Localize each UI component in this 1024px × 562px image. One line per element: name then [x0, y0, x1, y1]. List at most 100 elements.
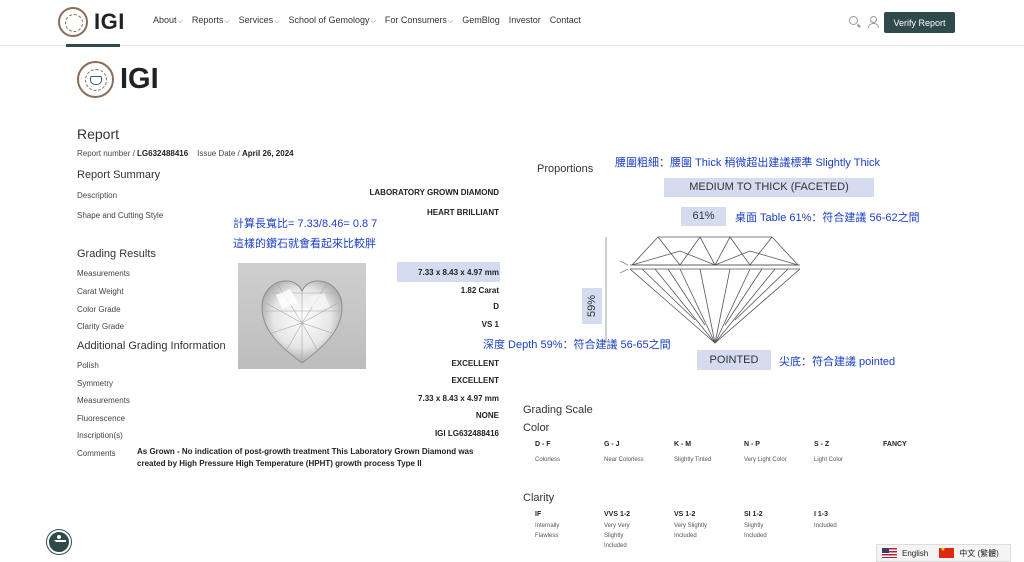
summary-label: Shape and Cutting Style: [77, 211, 164, 220]
comments-text: As Grown - No indication of post-growth …: [137, 447, 474, 468]
table-label-box: 61%: [681, 207, 726, 226]
top-nav: IGI About⌵ Reports⌵ Services⌵ School of …: [0, 0, 1024, 47]
report-number-label: Report number /: [77, 149, 135, 158]
nav-item-about[interactable]: About⌵: [153, 15, 183, 26]
summary-heading: Report Summary: [77, 169, 161, 181]
depth-label: 59%: [586, 294, 598, 318]
nav-item-contact[interactable]: Contact: [550, 15, 581, 26]
nav-icons: [849, 16, 879, 28]
user-icon[interactable]: [867, 16, 879, 28]
clarity-desc: Very Slightly Included: [674, 521, 707, 541]
language-switcher: English 中文 (繁體): [876, 544, 1011, 562]
report-logo-text: IGI: [120, 63, 159, 95]
nav-item-school[interactable]: School of Gemology⌵: [289, 15, 376, 26]
grading-label: Clarity Grade: [77, 322, 125, 331]
color-desc: Very Light Color: [744, 457, 787, 463]
chevron-down-icon: ⌵: [274, 18, 280, 25]
additional-value: EXCELLENT: [451, 359, 499, 368]
annotation-culet: 尖底：符合建議 pointed: [779, 356, 896, 368]
nav-menu: About⌵ Reports⌵ Services⌵ School of Gemo…: [153, 15, 590, 26]
nav-logo[interactable]: IGI: [58, 7, 125, 37]
clarity-desc-line: Included: [674, 533, 697, 539]
clarity-grade: IF: [535, 511, 542, 518]
summary-value: HEART BRILLIANT: [427, 208, 499, 217]
language-chinese[interactable]: 中文 (繁體): [959, 548, 999, 559]
nav-item-services[interactable]: Services⌵: [239, 15, 280, 26]
clarity-desc-line: Included: [744, 533, 767, 539]
additional-label: Measurements: [77, 396, 130, 405]
nav-item-label: For Consumers: [384, 15, 447, 25]
clarity-grade: SI 1-2: [744, 511, 763, 518]
clarity-desc-line: Slightly: [744, 523, 764, 529]
color-grade: K - M: [674, 441, 692, 448]
grading-label: Color Grade: [77, 305, 121, 314]
clarity-desc: Slightly Included: [744, 521, 767, 541]
annotation-ratio-note: 這樣的鑽石就會看起來比較胖: [233, 238, 376, 250]
color-grade: FANCY: [883, 441, 907, 448]
grading-label: Measurements: [77, 269, 130, 278]
summary-value: LABORATORY GROWN DIAMOND: [369, 188, 499, 197]
nav-item-label: Services: [238, 15, 274, 25]
color-desc: Slightly Tinted: [674, 457, 712, 463]
clarity-grade: VVS 1-2: [604, 511, 631, 518]
grading-value: D: [493, 302, 499, 311]
diamond-photo: [238, 263, 366, 369]
color-desc: Colorless: [535, 457, 561, 463]
us-flag-icon: [882, 548, 897, 558]
additional-label: Fluorescence: [77, 414, 126, 423]
culet-label-box: POINTED: [697, 350, 771, 370]
nav-item-investor[interactable]: Investor: [509, 15, 541, 26]
clarity-desc-line: Slightly: [604, 533, 624, 539]
additional-value: IGI LG632488416: [434, 429, 499, 438]
nav-item-consumers[interactable]: For Consumers⌵: [385, 15, 453, 26]
issue-date-label: Issue Date /: [197, 149, 240, 158]
additional-label: Polish: [77, 361, 99, 370]
accessibility-icon[interactable]: [47, 530, 71, 554]
language-english[interactable]: English: [902, 549, 928, 558]
clarity-desc-line: Included: [604, 543, 627, 549]
nav-logo-text: IGI: [94, 9, 125, 34]
color-grade: D - F: [535, 441, 551, 448]
comments-label: Comments: [77, 449, 116, 458]
report-title: Report: [77, 126, 120, 142]
annotation-depth: 深度 Depth 59%：符合建議 56-65之間: [483, 339, 671, 351]
nav-item-label: School of Gemology: [288, 15, 370, 25]
nav-item-label: Reports: [191, 15, 224, 25]
nav-item-gemblog[interactable]: GemBlog: [462, 15, 500, 26]
girdle-label-box: MEDIUM TO THICK (FACETED): [664, 178, 874, 197]
nav-active-underline: [66, 44, 120, 47]
clarity-desc-line: Very Very: [604, 523, 630, 529]
clarity-desc-line: Included: [814, 523, 837, 529]
issue-date: April 26, 2024: [242, 149, 294, 158]
search-icon[interactable]: [849, 16, 858, 25]
grading-value: 1.82 Carat: [460, 286, 499, 295]
nav-item-reports[interactable]: Reports⌵: [192, 15, 230, 26]
nav-item-label: About: [153, 15, 177, 25]
grading-label: Carat Weight: [77, 287, 124, 296]
additional-value: NONE: [475, 411, 499, 420]
chevron-down-icon: ⌵: [224, 18, 230, 25]
additional-heading: Additional Grading Information: [77, 340, 226, 352]
additional-value: EXCELLENT: [451, 376, 499, 385]
igi-seal-icon: [58, 7, 88, 37]
clarity-desc-line: Flawless: [535, 533, 559, 539]
chevron-down-icon: ⌵: [177, 18, 183, 25]
report-number: LG632488416: [137, 149, 189, 158]
report-logo: IGI: [77, 61, 159, 98]
grading-value: VS 1: [481, 320, 499, 329]
chevron-down-icon: ⌵: [447, 18, 454, 25]
clarity-desc: Internally Flawless: [535, 521, 559, 541]
grading-heading: Grading Results: [77, 248, 156, 260]
clarity-desc-line: Very Slightly: [674, 523, 708, 529]
annotation-girdle: 腰圍粗細：腰圍 Thick 稍微超出建議標準 Slightly Thick: [615, 157, 881, 169]
additional-label: Inscription(s): [77, 431, 123, 440]
china-flag-icon: [939, 546, 955, 558]
report-number-line: Report number / LG632488416 Issue Date /…: [77, 149, 294, 158]
color-scale-heading: Color: [523, 422, 550, 434]
verify-report-button[interactable]: Verify Report: [884, 12, 955, 33]
summary-label: Description: [77, 191, 118, 200]
grading-scale-heading: Grading Scale: [523, 404, 593, 416]
clarity-scale-heading: Clarity: [523, 492, 555, 504]
color-grade: G - J: [604, 441, 620, 448]
igi-seal-icon: [77, 61, 114, 98]
